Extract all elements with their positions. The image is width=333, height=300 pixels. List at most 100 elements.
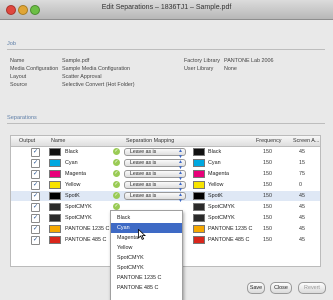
output-checkbox[interactable]: ✓ <box>31 148 40 157</box>
factory-library-value: PANTONE Lab 2006 <box>224 58 274 64</box>
job-divider <box>7 49 325 50</box>
revert-button[interactable]: Revert <box>298 282 326 294</box>
table-row[interactable]: ✓ Cyan ✓ Leave as is ▲ ▼ Cyan 150 15 <box>11 158 320 171</box>
mapping-value: Leave as is <box>130 182 157 188</box>
dropdown-item-label: PANTONE 1235 C <box>117 275 162 281</box>
color-swatch <box>49 181 61 189</box>
frequency-value: 150 <box>263 204 272 210</box>
output-checkbox[interactable]: ✓ <box>31 225 40 234</box>
status-check-icon: ✓ <box>113 159 120 166</box>
status-check-icon: ✓ <box>113 192 120 199</box>
mapping-select[interactable]: Leave as is ▲ ▼ <box>124 192 186 204</box>
separation-name: Yellow <box>65 182 81 188</box>
source-value: Selective Convert (Hot Folder) <box>62 82 135 88</box>
mapped-color-swatch <box>193 148 205 156</box>
screen-angle-value: 15 <box>299 160 305 166</box>
dropdown-item[interactable]: Yellow <box>111 243 182 253</box>
status-check-icon: ✓ <box>113 148 120 155</box>
media-value: Sample Media Configuration <box>62 66 131 72</box>
output-checkbox[interactable]: ✓ <box>31 159 40 168</box>
output-checkbox[interactable]: ✓ <box>31 203 40 212</box>
frequency-value: 150 <box>263 160 272 166</box>
screen-angle-value: 0 <box>299 182 302 188</box>
dropdown-item[interactable]: SpotCMYK <box>111 263 182 273</box>
mapped-color-swatch <box>193 181 205 189</box>
dropdown-item[interactable]: PANTONE 485 C <box>111 283 182 293</box>
table-header: Output Name Separation Mapping Frequency… <box>11 136 320 147</box>
table-row[interactable]: ✓ Magenta ✓ Leave as is ▲ ▼ Magenta 150 75 <box>11 169 320 182</box>
screen-angle-value: 75 <box>299 171 305 177</box>
window-title: Edit Separations – 1836TJ1 – Sample.pdf <box>101 4 232 11</box>
color-swatch <box>49 159 61 167</box>
screen-angle-value: 45 <box>299 204 305 210</box>
dropdown-item-label: Black <box>117 215 131 221</box>
output-checkbox[interactable]: ✓ <box>31 192 40 201</box>
edit-separations-window: Edit Separations – 1836TJ1 – Sample.pdf … <box>0 0 333 300</box>
dropdown-item[interactable]: SpotCMYK <box>111 253 182 263</box>
output-checkbox[interactable]: ✓ <box>31 214 40 223</box>
dropdown-item-label: SpotCMYK <box>117 265 144 271</box>
mapped-name: SpotCMYK <box>208 215 235 221</box>
frequency-value: 150 <box>263 215 272 221</box>
source-label: Source <box>10 82 28 88</box>
table-row[interactable]: ✓ Yellow ✓ Leave as is ▲ ▼ Yellow 150 0 <box>11 180 320 193</box>
screen-angle-value: 45 <box>299 215 305 221</box>
dropdown-item[interactable]: Cyan <box>111 223 182 233</box>
output-checkbox[interactable]: ✓ <box>31 181 40 190</box>
output-checkbox[interactable]: ✓ <box>31 170 40 179</box>
separation-name: SpotK <box>65 193 80 199</box>
mapped-name: Magenta <box>208 171 229 177</box>
title-bar: Edit Separations – 1836TJ1 – Sample.pdf <box>0 0 333 20</box>
frequency-value: 150 <box>263 193 272 199</box>
frequency-value: 150 <box>263 226 272 232</box>
close-button[interactable]: Close <box>270 282 292 294</box>
output-checkbox[interactable]: ✓ <box>31 236 40 245</box>
user-library-label: User Library <box>184 66 214 72</box>
mapped-color-swatch <box>193 192 205 200</box>
color-swatch <box>49 225 61 233</box>
name-value: Sample.pdf <box>62 58 90 64</box>
save-button[interactable]: Save <box>247 282 265 294</box>
mapping-value: Leave as is <box>130 149 157 155</box>
mapped-color-swatch <box>193 159 205 167</box>
mouse-cursor-icon <box>138 229 146 240</box>
separation-mapping-dropdown[interactable]: Black Cyan Magenta Yellow SpotCMYK SpotCMYK PA… <box>110 210 183 300</box>
mapped-color-swatch <box>193 170 205 178</box>
color-swatch <box>49 236 61 244</box>
mapped-color-swatch <box>193 236 205 244</box>
name-header[interactable]: Name <box>51 138 65 144</box>
color-swatch <box>49 170 61 178</box>
mapping-value: Leave as is <box>130 160 157 166</box>
color-swatch <box>49 192 61 200</box>
separation-name: PANTONE 1235 C <box>65 226 110 232</box>
screen-angle-header[interactable]: Screen A... <box>293 138 319 144</box>
dropdown-item-label: Magenta <box>117 235 138 241</box>
frequency-value: 150 <box>263 237 272 243</box>
table-row[interactable]: ✓ Black ✓ Leave as is ▲ ▼ Black 150 45 <box>11 147 320 160</box>
mapping-select[interactable]: Leave as is ▲ ▼ <box>124 181 186 193</box>
name-label: Name <box>10 58 25 64</box>
separation-name: Cyan <box>65 160 78 166</box>
dropdown-item-label: SpotCMYK <box>117 255 144 261</box>
frequency-value: 150 <box>263 182 272 188</box>
mapping-select[interactable]: Leave as is ▲ ▼ <box>124 148 186 160</box>
mapping-header[interactable]: Separation Mapping <box>126 138 174 144</box>
mapping-select[interactable]: Leave as is ▲ ▼ <box>124 159 186 171</box>
layout-value: Scatter Approval <box>62 74 102 80</box>
mapped-color-swatch <box>193 214 205 222</box>
frequency-value: 150 <box>263 171 272 177</box>
dropdown-item[interactable]: PANTONE 1235 C <box>111 273 182 283</box>
mapping-select[interactable]: Leave as is ▲ ▼ <box>124 170 186 182</box>
separation-name: PANTONE 485 C <box>65 237 107 243</box>
layout-label: Layout <box>10 74 27 80</box>
dropdown-item[interactable]: Black <box>111 213 182 223</box>
separations-divider <box>7 123 325 124</box>
mapped-color-swatch <box>193 225 205 233</box>
table-row[interactable]: ✓ SpotK ✓ Leave as is ▲ ▼ SpotK 150 45 <box>11 191 320 204</box>
color-swatch <box>49 214 61 222</box>
mapped-name: SpotK <box>208 193 223 199</box>
dropdown-item[interactable]: Magenta <box>111 233 182 243</box>
output-header[interactable]: Output <box>19 138 35 144</box>
mapped-color-swatch <box>193 203 205 211</box>
frequency-header[interactable]: Frequency <box>256 138 281 144</box>
